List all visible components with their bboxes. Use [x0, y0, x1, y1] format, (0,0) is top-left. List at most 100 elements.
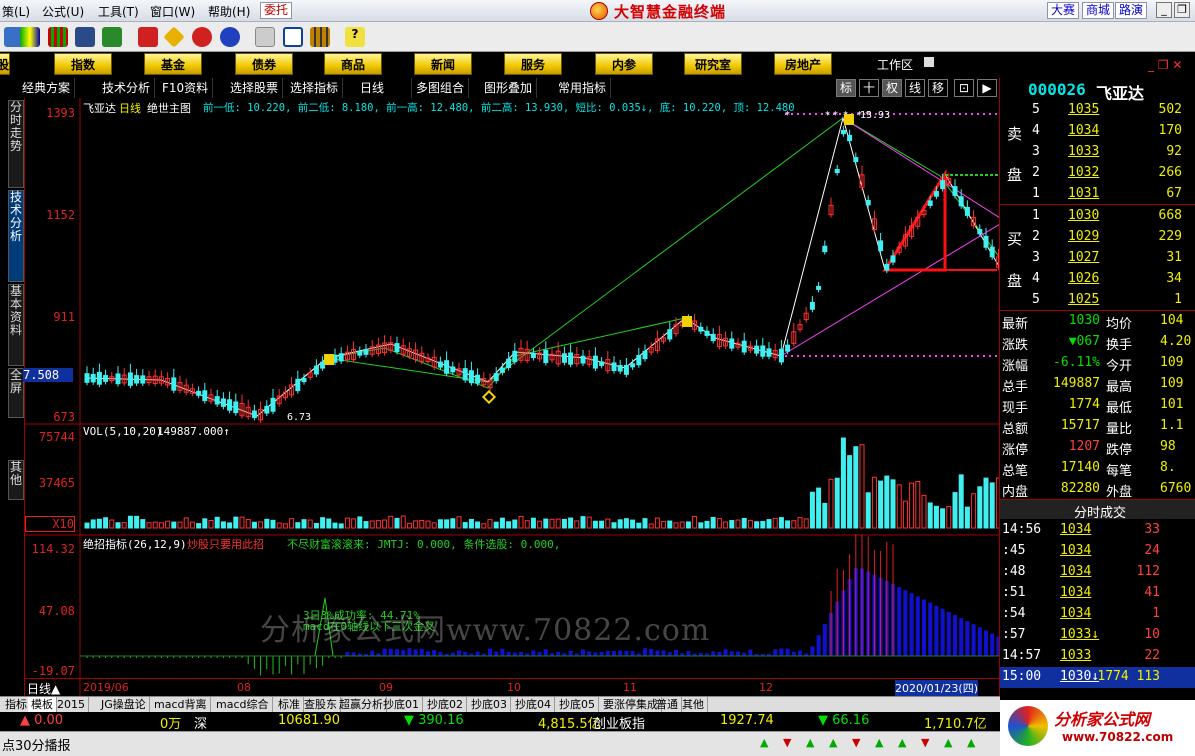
- volume-bar: [425, 520, 431, 529]
- mode-right-button[interactable]: 权: [882, 79, 902, 97]
- mode-cross-button[interactable]: 十: [859, 79, 879, 97]
- volume-bar: [450, 518, 456, 529]
- sell-level-row[interactable]: 2 1032 266: [1000, 163, 1195, 184]
- nav-index[interactable]: 指数: [54, 53, 112, 75]
- indicator-tab[interactable]: 指标: [2, 697, 31, 713]
- menu-formula[interactable]: 公式(U): [42, 3, 84, 20]
- menu-tools[interactable]: 工具(T): [98, 3, 139, 20]
- nav-fund[interactable]: 基金: [144, 53, 202, 75]
- candle-body: [983, 235, 989, 248]
- side-tab-other[interactable]: 其他: [8, 460, 24, 500]
- select-indicator-button[interactable]: 选择指标: [286, 78, 344, 98]
- sell-level-row[interactable]: 1 1031 67: [1000, 184, 1195, 205]
- indicator-tab[interactable]: 标准: [275, 697, 304, 713]
- indicator-tab[interactable]: 查股东: [301, 697, 341, 713]
- indicator-bar: [624, 651, 629, 656]
- status-market[interactable]: 深: [194, 713, 207, 732]
- f10-button[interactable]: F10资料: [158, 78, 214, 98]
- side-tab-timeshare[interactable]: 分时走势: [8, 100, 24, 188]
- phone-icon[interactable]: [102, 27, 122, 47]
- indicator-tab[interactable]: 普通: [653, 697, 682, 713]
- buy-level-row[interactable]: 4 1026 34: [1000, 269, 1195, 290]
- indicator-tab[interactable]: 抄底03: [468, 697, 511, 713]
- sell-level-row[interactable]: 3 1033 92: [1000, 142, 1195, 163]
- indicator-tab[interactable]: JG操盘论: [98, 697, 150, 713]
- indicator-tab[interactable]: macd背离: [151, 697, 211, 713]
- buy-level-row[interactable]: 3 1027 31: [1000, 248, 1195, 269]
- tech-analysis-dropdown[interactable]: 技术分析: [98, 78, 156, 98]
- window-icon[interactable]: [283, 27, 303, 47]
- nav-commodity[interactable]: 商品: [324, 53, 382, 75]
- buy-level-row[interactable]: 2 1029 229: [1000, 227, 1195, 248]
- nav-news[interactable]: 新闻: [414, 53, 472, 75]
- status-board-name[interactable]: 创业板指: [593, 713, 645, 732]
- common-indicator-dropdown[interactable]: 常用指标: [554, 78, 612, 98]
- mode-mark-button[interactable]: 标: [836, 79, 856, 97]
- restore-icon[interactable]: ❐: [1174, 2, 1190, 18]
- scheme-dropdown[interactable]: 经典方案: [18, 78, 76, 98]
- ticks-header[interactable]: 分时成交: [1000, 499, 1195, 521]
- expand-icon[interactable]: ⊡: [954, 79, 974, 97]
- indicator-tab[interactable]: 抄底05: [556, 697, 599, 713]
- indicator-bar: [556, 651, 561, 656]
- select-stock-button[interactable]: 选择股票: [226, 78, 284, 98]
- store-button[interactable]: 商城: [1082, 2, 1115, 19]
- books-icon[interactable]: [310, 27, 330, 47]
- menu-help[interactable]: 帮助(H): [208, 3, 250, 20]
- indicator-tab[interactable]: macd综合: [213, 697, 273, 713]
- nav-research[interactable]: 研究室: [684, 53, 742, 75]
- panel-window-icons[interactable]: _ ❐ ✕: [1148, 58, 1182, 72]
- menu-window[interactable]: 窗口(W): [150, 3, 195, 20]
- indicator-tab[interactable]: 模板: [28, 697, 57, 713]
- trade-button[interactable]: 委托: [260, 2, 293, 19]
- nav-insider[interactable]: 内参: [595, 53, 653, 75]
- indicator-tab[interactable]: 其他: [679, 697, 708, 713]
- flag-icon[interactable]: [20, 27, 40, 47]
- overlay-button[interactable]: 图形叠加: [480, 78, 538, 98]
- indicator-bar: [618, 650, 623, 656]
- side-tab-fundamental[interactable]: 基本资料: [8, 284, 24, 366]
- contest-button[interactable]: 大赛: [1047, 2, 1080, 19]
- indicator-tab[interactable]: 抄底04: [512, 697, 555, 713]
- mode-move-button[interactable]: 移: [928, 79, 948, 97]
- f-blue-icon[interactable]: [220, 27, 240, 47]
- bars-icon[interactable]: [48, 27, 68, 47]
- sell-level-row[interactable]: 5 1035 502: [1000, 100, 1195, 121]
- f-red-icon[interactable]: [192, 27, 212, 47]
- diamond-icon[interactable]: [163, 26, 185, 48]
- side-tab-technical[interactable]: 技术分析: [8, 190, 24, 282]
- candle-body: [196, 390, 202, 396]
- note-icon[interactable]: [255, 27, 275, 47]
- sell-level-row[interactable]: 4 1034 170: [1000, 121, 1195, 142]
- side-tab-fullscreen[interactable]: 全屏: [8, 368, 24, 418]
- buy-level-row[interactable]: 5 1025 1: [1000, 290, 1195, 311]
- play-icon[interactable]: ▶: [977, 79, 997, 97]
- workarea-label[interactable]: 工作区: [877, 56, 913, 73]
- news-ticker[interactable]: 点30分播报 ▲ ▼ ▲ ▲ ▼ ▲ ▲ ▼ ▲ ▲: [0, 731, 1000, 756]
- indicator-tab[interactable]: 2015: [54, 697, 89, 713]
- menu-strategy[interactable]: 策(L): [2, 3, 30, 20]
- alert-icon[interactable]: [138, 27, 158, 47]
- roadshow-button[interactable]: 路演: [1115, 2, 1148, 19]
- indicator-bar: [494, 651, 499, 656]
- minimize-icon[interactable]: _: [1156, 2, 1172, 18]
- candle-body: [592, 355, 598, 369]
- buy-level-row[interactable]: 1 1030 668: [1000, 206, 1195, 227]
- volume-bar: [648, 523, 654, 529]
- period-dropdown[interactable]: 日线: [356, 78, 412, 98]
- period-label: 日线: [119, 102, 141, 115]
- stat-label: 外盘: [1106, 485, 1133, 500]
- nav-stock[interactable]: 股: [0, 53, 10, 75]
- binoculars-icon[interactable]: [75, 27, 95, 47]
- help-cursor-icon[interactable]: ?: [345, 27, 365, 47]
- nav-bond[interactable]: 债券: [235, 53, 293, 75]
- nav-service[interactable]: 服务: [504, 53, 562, 75]
- indicator-tab[interactable]: 抄底01: [380, 697, 423, 713]
- nav-realestate[interactable]: 房地产: [774, 53, 832, 75]
- indicator-tab[interactable]: 抄底02: [424, 697, 467, 713]
- period-toggle[interactable]: 日线▲: [27, 680, 61, 697]
- workarea-close-icon[interactable]: [924, 57, 934, 67]
- mode-line-button[interactable]: 线: [905, 79, 925, 97]
- watermark-text: 分析家公式网www.70822.com: [260, 613, 711, 648]
- multi-chart-button[interactable]: 多图组合: [412, 78, 470, 98]
